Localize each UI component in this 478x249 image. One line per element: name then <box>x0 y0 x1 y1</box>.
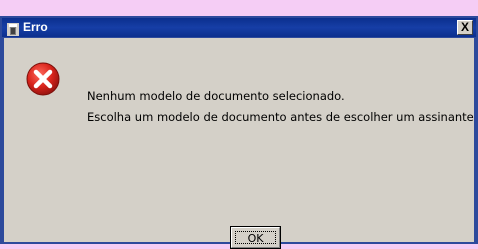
title-bar[interactable]: Erro X <box>2 18 476 37</box>
close-button[interactable]: X <box>457 20 473 35</box>
message-line-2: Escolha um modelo de documento antes de … <box>87 110 474 124</box>
ok-button-bevel: OK <box>231 227 280 248</box>
error-icon <box>26 62 60 96</box>
ok-button[interactable]: OK <box>230 226 281 249</box>
error-dialog: Erro X Nenhum modelo de documento seleci… <box>0 16 478 249</box>
dialog-body: Nenhum modelo de documento selecionado. … <box>4 38 474 249</box>
ok-button-label: OK <box>235 231 276 245</box>
message-line-1: Nenhum modelo de documento selecionado. <box>87 89 345 103</box>
window-icon <box>7 21 19 36</box>
dialog-title: Erro <box>23 20 48 34</box>
